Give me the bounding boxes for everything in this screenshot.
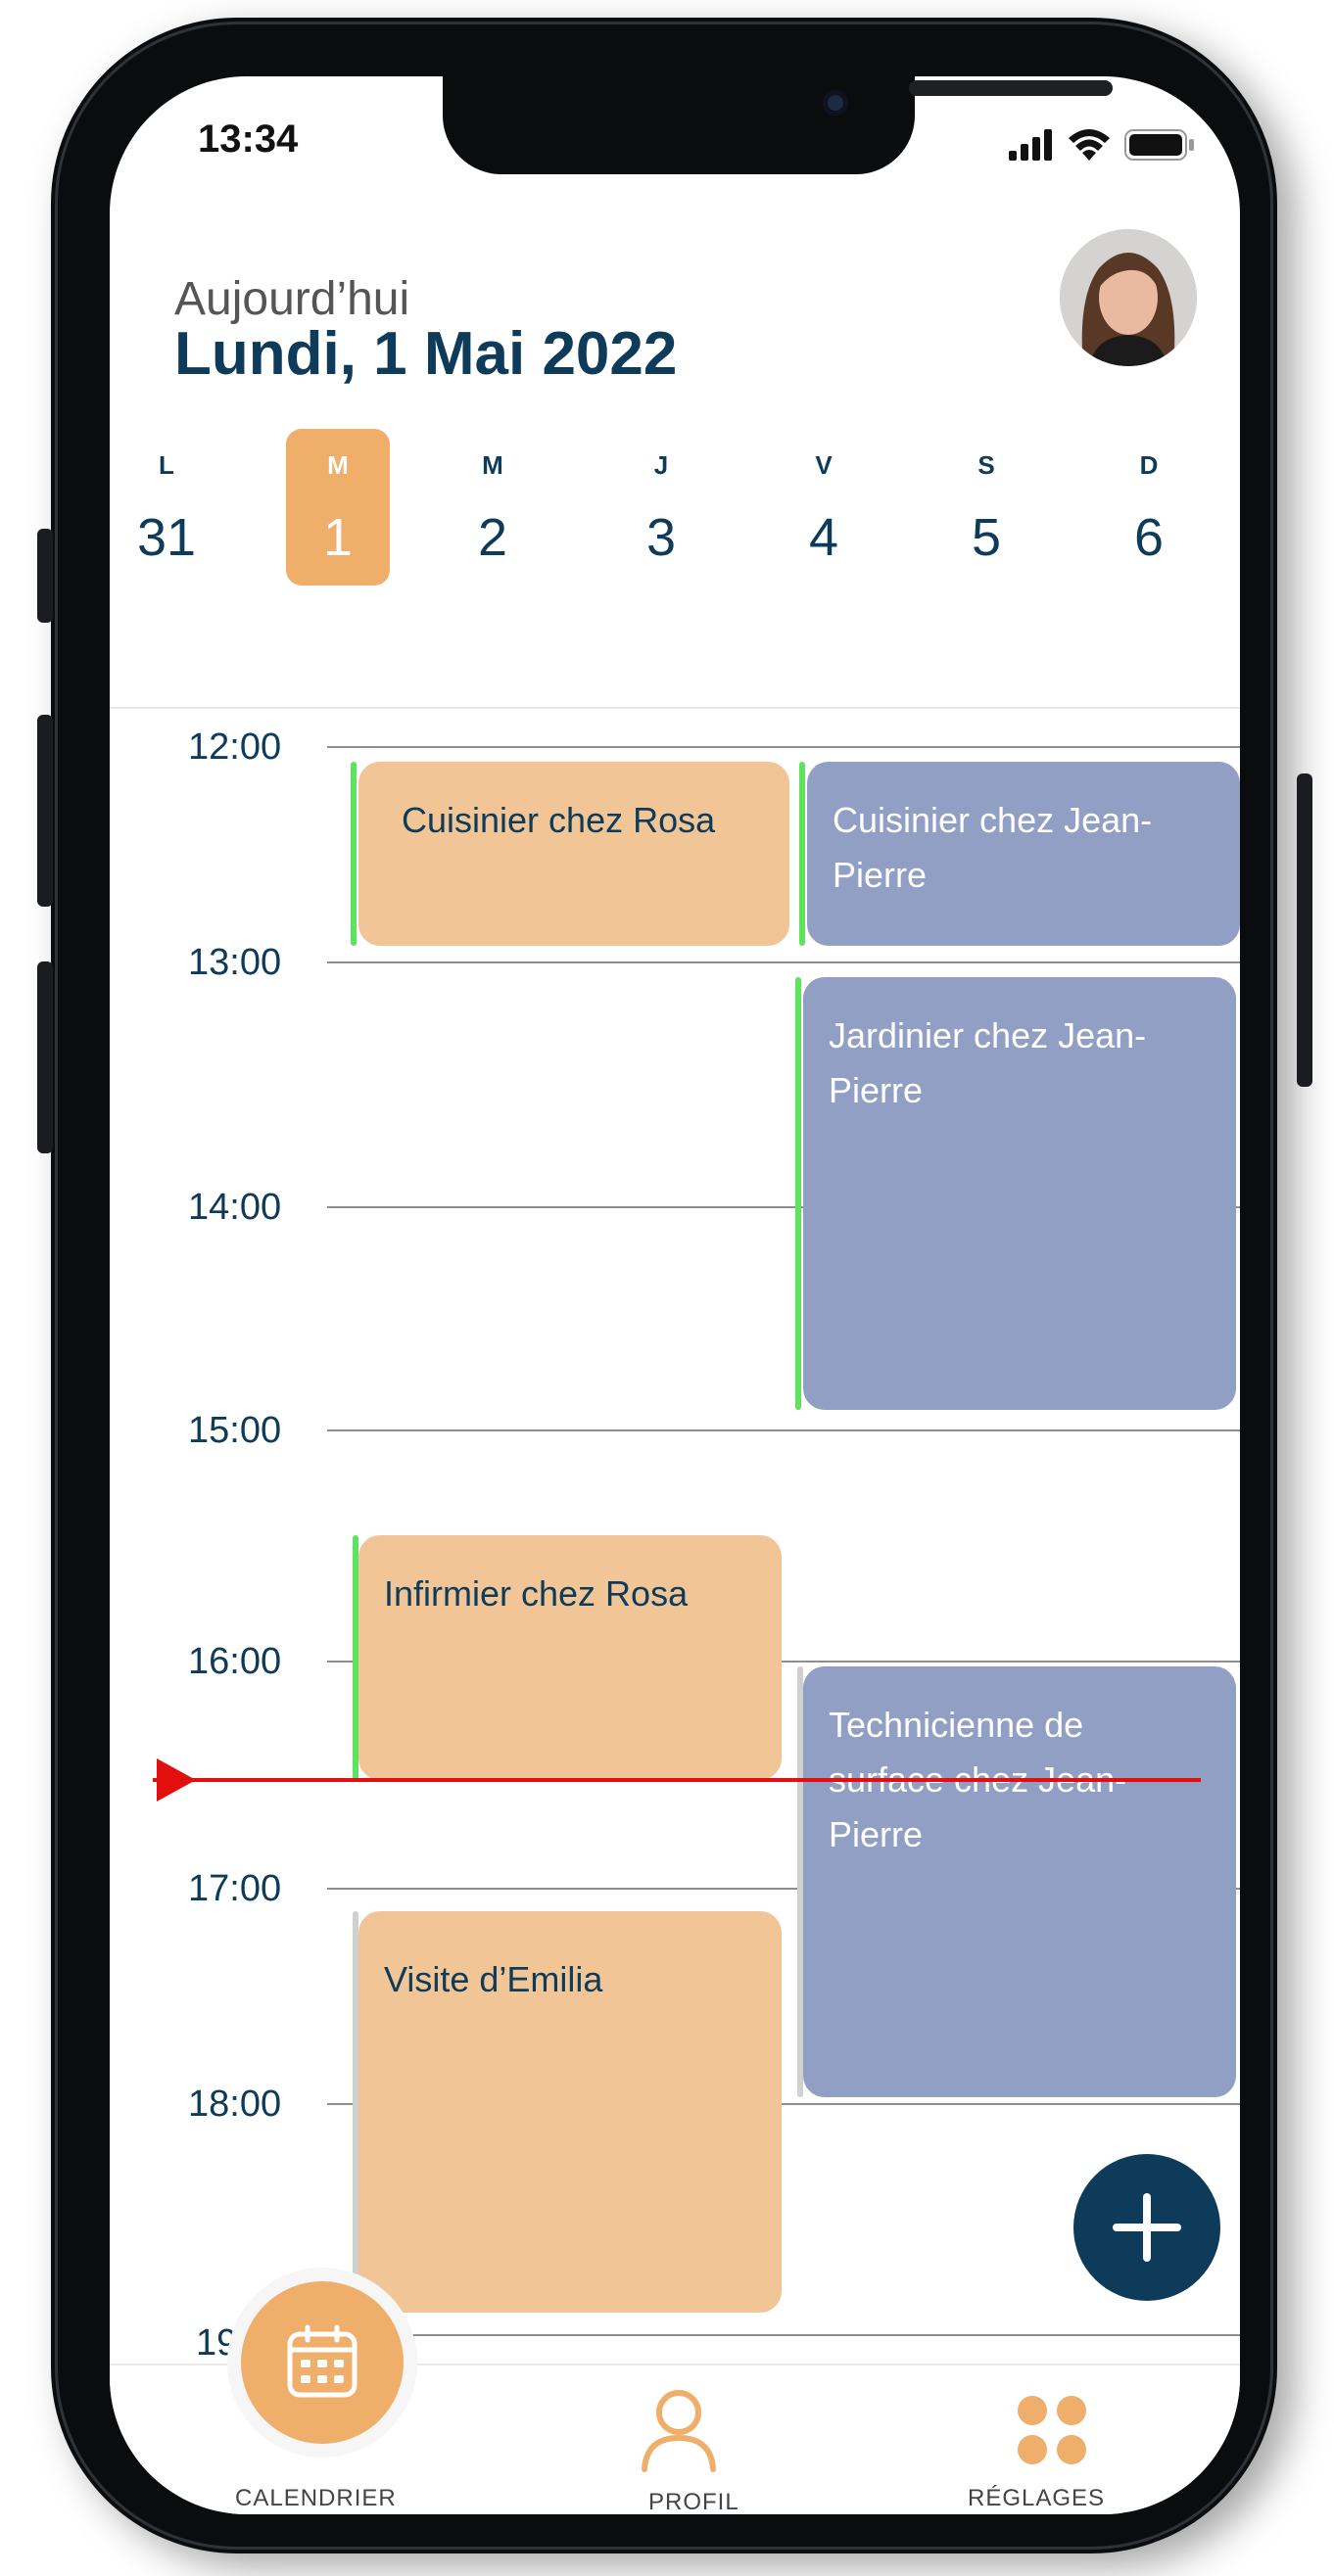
tab-profile-label: PROFIL — [648, 2489, 739, 2514]
day-letter: M — [327, 450, 349, 480]
event-card[interactable]: Cuisinier chez Jean-Pierre — [807, 762, 1240, 946]
event-title: Jardinier chez Jean-Pierre — [829, 1015, 1147, 1110]
event-status-bar — [799, 762, 805, 946]
side-button-volume-up — [37, 715, 53, 907]
event-title: Infirmier chez Rosa — [384, 1573, 689, 1614]
person-icon — [635, 2385, 723, 2478]
hour-label: 12:00 — [188, 726, 282, 768]
week-day-2[interactable]: M 2 — [439, 429, 547, 585]
week-day-31[interactable]: L 31 — [113, 429, 220, 585]
event-title: Visite d’Emilia — [384, 1959, 603, 1999]
week-strip: L 31 M 1 M 2 J 3 V 4 S 5 D 6 — [110, 429, 1240, 585]
hour-line — [327, 746, 1240, 748]
hour-label: 13:00 — [188, 942, 282, 983]
hour-label: 14:00 — [188, 1187, 282, 1228]
calendar-icon — [286, 2324, 358, 2404]
tab-settings-label: RÉGLAGES — [968, 2485, 1106, 2511]
event-card[interactable]: Infirmier chez Rosa — [358, 1535, 782, 1780]
hour-line — [327, 1429, 1240, 1431]
hour-label: 19: — [196, 2322, 248, 2364]
week-day-3[interactable]: J 3 — [607, 429, 715, 585]
event-status-bar — [795, 977, 801, 1410]
day-number: 5 — [971, 508, 1002, 567]
week-day-4[interactable]: V 4 — [770, 429, 878, 585]
header-subtitle: Aujourd’hui — [174, 273, 410, 325]
notch — [443, 76, 1113, 174]
day-letter: D — [1139, 450, 1159, 480]
current-time-marker — [157, 1758, 196, 1802]
wifi-icon — [1068, 127, 1111, 165]
current-time-line — [153, 1778, 1201, 1782]
hour-line — [327, 2334, 1240, 2336]
battery-icon — [1124, 129, 1195, 165]
hour-label: 17:00 — [188, 1868, 282, 1909]
signal-icon — [1009, 129, 1054, 165]
header-divider — [110, 707, 1240, 709]
day-number: 31 — [136, 508, 197, 567]
tab-settings[interactable]: RÉGLAGES — [952, 2365, 1148, 2514]
day-letter: J — [653, 450, 669, 480]
hour-line — [327, 961, 1240, 963]
hour-label: 15:00 — [188, 1410, 282, 1451]
week-day-1-selected[interactable]: M 1 — [286, 429, 390, 585]
status-time: 13:34 — [198, 117, 299, 161]
day-number: 3 — [645, 508, 677, 567]
grid-dots-icon — [1015, 2393, 1089, 2472]
hour-label: 16:00 — [188, 1641, 282, 1682]
tab-profile[interactable]: PROFIL — [580, 2365, 776, 2514]
hour-label: 18:00 — [188, 2084, 282, 2125]
side-button-volume-down — [37, 961, 53, 1153]
speaker-grille — [909, 80, 1113, 96]
side-button-power — [1297, 773, 1312, 1087]
event-card[interactable]: Visite d’Emilia — [358, 1911, 782, 2313]
add-event-button[interactable] — [1073, 2154, 1220, 2301]
day-letter: V — [815, 450, 833, 480]
status-icons — [1009, 127, 1195, 165]
event-card[interactable]: Jardinier chez Jean-Pierre — [803, 977, 1236, 1410]
tab-calendar[interactable] — [241, 2281, 404, 2444]
day-number: 4 — [808, 508, 839, 567]
event-status-bar — [351, 762, 357, 946]
day-number: 2 — [477, 508, 508, 567]
event-title: Cuisinier chez Jean-Pierre — [833, 800, 1153, 895]
week-day-5[interactable]: S 5 — [932, 429, 1040, 585]
event-card[interactable]: Technicienne de surface chez Jean-Pierre — [803, 1666, 1236, 2097]
day-letter: S — [977, 450, 995, 480]
side-button-mute — [37, 529, 53, 623]
day-letter: L — [159, 450, 174, 480]
day-letter: M — [482, 450, 503, 480]
tab-calendar-label: CALENDRIER — [235, 2485, 397, 2511]
avatar[interactable] — [1060, 229, 1197, 366]
day-number: 6 — [1133, 508, 1165, 567]
front-camera — [823, 90, 848, 116]
event-title: Cuisinier chez Rosa — [402, 800, 716, 840]
page-title: Lundi, 1 Mai 2022 — [174, 320, 678, 388]
event-card[interactable]: Cuisinier chez Rosa — [358, 762, 789, 946]
app-screen: 13:34 Aujourd’hui Lundi, 1 Mai 2022 L 31… — [110, 76, 1240, 2514]
week-day-6[interactable]: D 6 — [1095, 429, 1203, 585]
day-number: 1 — [322, 508, 354, 567]
avatar-portrait — [1060, 229, 1197, 366]
